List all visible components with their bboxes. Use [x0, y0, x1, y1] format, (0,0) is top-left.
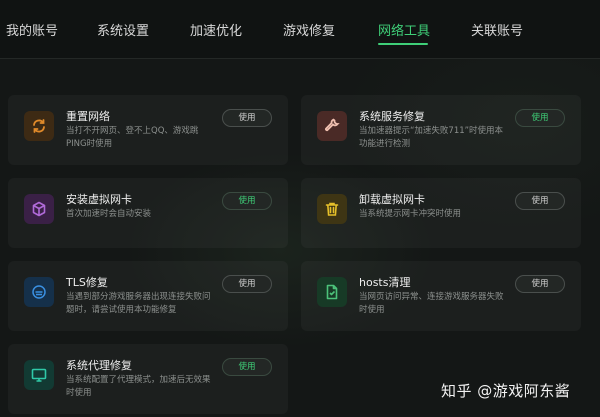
monitor-icon — [24, 360, 54, 390]
tool-title: 卸载虚拟网卡 — [359, 193, 425, 206]
tool-card-install-virtual-nic: 安装虚拟网卡 首次加速时会自动安装 使用 — [8, 178, 288, 248]
use-button[interactable]: 使用 — [222, 358, 272, 376]
tool-card-tls-repair: TLS修复 当遇到部分游戏服务器出现连接失败问题时，请尝试使用本功能修复 使用 — [8, 261, 288, 331]
tool-description: 当系统提示网卡冲突时使用 — [359, 209, 462, 219]
tab-network-tools[interactable]: 网络工具 — [378, 20, 430, 39]
tool-description: 当加速器提示“加速失败711”时使用本功能进行检测 — [359, 126, 504, 149]
tool-card-system-service-repair: 系统服务修复 当加速器提示“加速失败711”时使用本功能进行检测 使用 — [301, 95, 581, 165]
use-button[interactable]: 使用 — [515, 275, 565, 293]
tool-title: TLS修复 — [66, 276, 108, 289]
tool-title: 安装虚拟网卡 — [66, 193, 132, 206]
tool-title: 重置网络 — [66, 110, 110, 123]
tool-description: 当打不开网页、登不上QQ、游戏跳PING时使用 — [66, 126, 199, 149]
active-tab-indicator — [378, 43, 428, 45]
tool-description: 当系统配置了代理模式，加速后无效果时使用 — [66, 375, 211, 398]
tool-card-uninstall-virtual-nic: 卸载虚拟网卡 当系统提示网卡冲突时使用 使用 — [301, 178, 581, 248]
tool-description: 当遇到部分游戏服务器出现连接失败问题时，请尝试使用本功能修复 — [66, 292, 211, 315]
nav-divider — [0, 58, 600, 59]
tool-title: 系统服务修复 — [359, 110, 425, 123]
document-icon — [317, 277, 347, 307]
tab-acceleration[interactable]: 加速优化 — [190, 20, 242, 39]
trash-icon — [317, 194, 347, 224]
tls-icon — [24, 277, 54, 307]
use-button[interactable]: 使用 — [222, 109, 272, 127]
watermark: 知乎 @游戏阿东酱 — [441, 382, 571, 400]
use-button[interactable]: 使用 — [222, 275, 272, 293]
tool-card-reset-network: 重置网络 当打不开网页、登不上QQ、游戏跳PING时使用 使用 — [8, 95, 288, 165]
tool-description: 首次加速时会自动安装 — [66, 209, 152, 219]
tool-description: 当网页访问异常、连接游戏服务器失败时使用 — [359, 292, 504, 315]
tab-game-repair[interactable]: 游戏修复 — [283, 20, 335, 39]
tab-linked-accounts[interactable]: 关联账号 — [471, 20, 523, 39]
use-button[interactable]: 使用 — [222, 192, 272, 210]
tab-system-settings[interactable]: 系统设置 — [97, 20, 149, 39]
top-nav: 我的账号 系统设置 加速优化 游戏修复 网络工具 关联账号 — [0, 0, 600, 58]
tool-card-system-proxy-repair: 系统代理修复 当系统配置了代理模式，加速后无效果时使用 使用 — [8, 344, 288, 414]
wrench-icon — [317, 111, 347, 141]
tool-card-hosts-cleanup: hosts清理 当网页访问异常、连接游戏服务器失败时使用 使用 — [301, 261, 581, 331]
cube-icon — [24, 194, 54, 224]
use-button[interactable]: 使用 — [515, 192, 565, 210]
refresh-icon — [24, 111, 54, 141]
tool-title: 系统代理修复 — [66, 359, 132, 372]
tab-my-account[interactable]: 我的账号 — [6, 20, 58, 39]
tool-title: hosts清理 — [359, 276, 411, 289]
use-button[interactable]: 使用 — [515, 109, 565, 127]
